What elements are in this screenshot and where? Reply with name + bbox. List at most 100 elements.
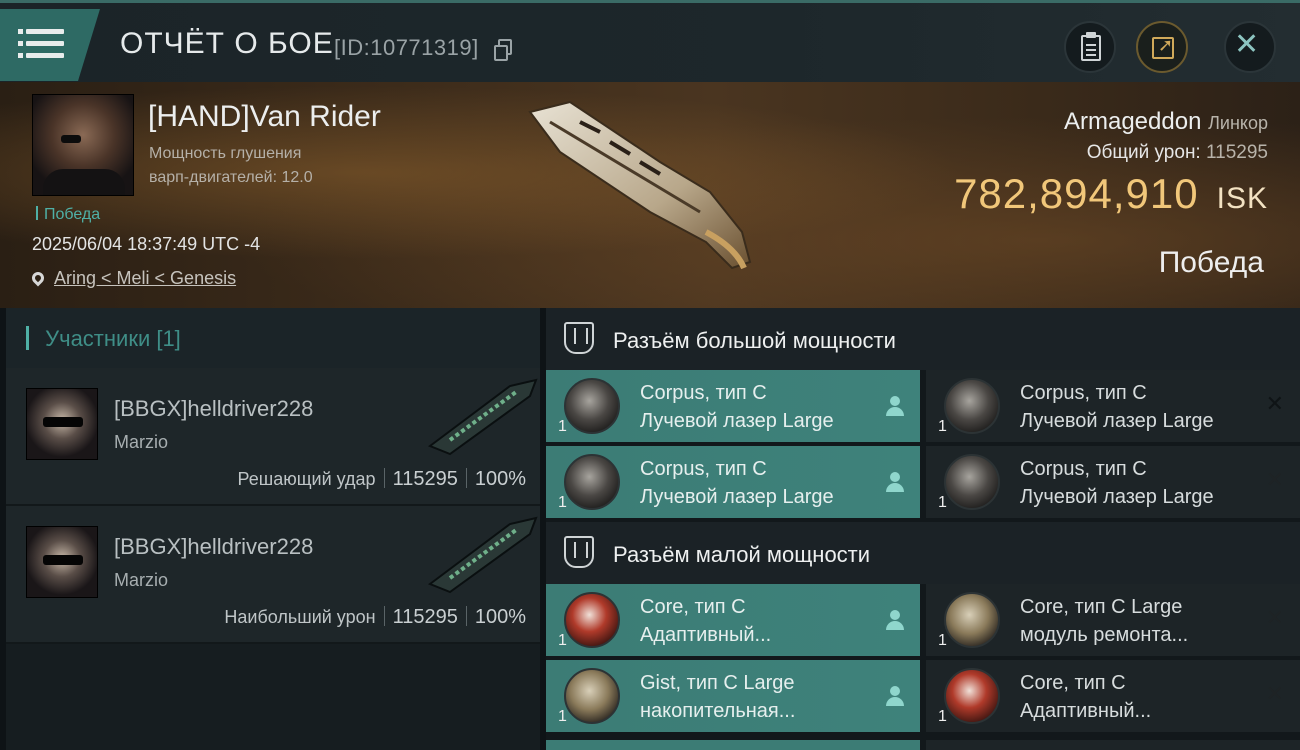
isk-amount: 782,894,910 (954, 170, 1199, 217)
copy-icon[interactable] (494, 39, 512, 61)
shield-hardener-icon (564, 592, 620, 648)
separator (465, 468, 467, 488)
warp-label-line2: варп-двигателей: 12.0 (149, 169, 313, 186)
module-type: Лучевой лазер Large (640, 486, 834, 508)
module-quantity: 1 (938, 418, 947, 435)
clipboard-icon (1081, 32, 1101, 61)
top-bar: ОТЧЁТ О БОЕ [ID:10771319] ✕ (0, 0, 1300, 82)
ship-name: Armageddon Линкор (1064, 108, 1268, 136)
victim-banner: [HAND]Van Rider Мощность глушения варп-д… (0, 82, 1300, 308)
participant-damage: 115295 (392, 468, 458, 490)
warp-label-line1: Мощность глушения (149, 145, 302, 162)
participant-corp: Marzio (114, 570, 169, 590)
laser-module-icon (564, 378, 620, 434)
total-damage-label: Общий урон: (1086, 142, 1201, 163)
isk-value: 782,894,910 ISK (954, 170, 1268, 218)
result-tag: Победа (36, 206, 100, 224)
laser-module-icon (944, 378, 1000, 434)
module-quantity: 1 (558, 632, 567, 649)
warp-disruption-label: Мощность глушения варп-двигателей: 12.0 (149, 142, 313, 190)
module-type: модуль ремонта... (1020, 624, 1189, 646)
mid-slots-title: Разъём малой мощности (613, 542, 871, 567)
participant-row[interactable]: [BBGX]helldriver228 Marzio Решающий удар… (6, 368, 540, 506)
module-type: Лучевой лазер Large (1020, 486, 1214, 508)
timestamp: 2025/06/04 18:37:49 UTC -4 (32, 234, 261, 254)
participant-percent: 100% (474, 606, 526, 628)
location-text[interactable]: Aring < Meli < Genesis (54, 268, 236, 288)
participant-ship-icon (427, 378, 538, 456)
participant-row[interactable]: [BBGX]helldriver228 Marzio Наибольший ур… (6, 506, 540, 644)
destroyed-icon: ✕ (1265, 392, 1284, 417)
victim-portrait[interactable] (32, 94, 134, 196)
capacitor-module-icon (564, 668, 620, 724)
next-module-row-partial (546, 740, 1300, 750)
fittings-panel: Разъём большой мощности 1 Corpus, тип C … (546, 308, 1300, 750)
clipboard-button[interactable] (1064, 21, 1116, 73)
module-item[interactable]: 1 Core, тип C Large модуль ремонта... ✕ (926, 584, 1300, 656)
mid-slots-header: Разъём малой мощности (546, 522, 1300, 584)
share-button[interactable] (1136, 21, 1188, 73)
portrait-detail (43, 169, 125, 195)
victim-name[interactable]: [HAND]Van Rider (148, 100, 381, 134)
participant-name: [BBGX]helldriver228 (114, 534, 314, 559)
destroyed-icon: ✕ (1265, 606, 1284, 631)
repair-module-icon (944, 592, 1000, 648)
pilot-icon (886, 610, 904, 630)
module-name: Core, тип C Large (1020, 596, 1183, 618)
high-slots-title: Разъём большой мощности (613, 328, 896, 353)
module-quantity: 1 (558, 708, 567, 725)
high-slot-icon (564, 322, 594, 354)
report-id: [ID:10771319] (334, 35, 479, 60)
module-name: Corpus, тип C (1020, 382, 1147, 404)
partial-module (546, 740, 920, 750)
participant-portrait[interactable] (26, 388, 98, 460)
module-quantity: 1 (938, 494, 947, 511)
laser-module-icon (944, 454, 1000, 510)
participant-stats: Решающий удар 115295 100% (238, 468, 526, 491)
separator (465, 606, 467, 626)
module-item[interactable]: 1 Corpus, тип C Лучевой лазер Large (546, 446, 920, 518)
participant-damage: 115295 (392, 606, 458, 628)
menu-icon-bar (18, 41, 64, 46)
module-type: Адаптивный... (1020, 700, 1152, 722)
portrait-detail (61, 135, 81, 143)
module-item[interactable]: 1 Corpus, тип C Лучевой лазер Large ✕ (926, 446, 1300, 518)
pilot-icon (886, 686, 904, 706)
module-name: Corpus, тип C (640, 458, 767, 480)
ship-image[interactable] (510, 82, 770, 302)
isk-currency: ISK (1216, 182, 1268, 215)
shield-hardener-icon (944, 668, 1000, 724)
close-button[interactable]: ✕ (1224, 21, 1276, 73)
share-icon (1152, 35, 1174, 59)
module-type: Лучевой лазер Large (1020, 410, 1214, 432)
participant-portrait[interactable] (26, 526, 98, 598)
participants-panel: Участники [1] [BBGX]helldriver228 Marzio… (6, 308, 540, 750)
module-name: Corpus, тип C (1020, 458, 1147, 480)
partial-module (926, 740, 1300, 750)
module-name: Core, тип C (1020, 672, 1126, 694)
destroyed-icon: ✕ (1265, 682, 1284, 707)
portrait-detail (43, 555, 83, 565)
module-item[interactable]: 1 Core, тип C Адаптивный... ✕ (926, 660, 1300, 732)
module-name: Core, тип C (640, 596, 746, 618)
pilot-icon (886, 472, 904, 492)
location-link[interactable]: Aring < Meli < Genesis (29, 268, 236, 289)
module-quantity: 1 (558, 418, 567, 435)
participants-header[interactable]: Участники [1] (6, 308, 540, 368)
high-slots-header: Разъём большой мощности (546, 308, 1300, 370)
module-item[interactable]: 1 Corpus, тип C Лучевой лазер Large (546, 370, 920, 442)
outcome-label: Победа (1158, 246, 1264, 279)
module-item[interactable]: 1 Gist, тип C Large накопительная... (546, 660, 920, 732)
module-item[interactable]: 1 Core, тип C Адаптивный... (546, 584, 920, 656)
participant-corp: Marzio (114, 432, 169, 452)
participant-name: [BBGX]helldriver228 (114, 396, 314, 421)
menu-icon-bar (18, 53, 64, 58)
module-name: Gist, тип C Large (640, 672, 795, 694)
participant-role: Решающий удар (237, 469, 376, 489)
pilot-icon (886, 396, 904, 416)
menu-button[interactable] (0, 9, 100, 81)
module-item[interactable]: 1 Corpus, тип C Лучевой лазер Large ✕ (926, 370, 1300, 442)
ship-name-text: Armageddon (1063, 108, 1202, 135)
mid-slot-icon (564, 536, 594, 568)
mid-slots-grid: 1 Core, тип C Адаптивный... 1 Core, тип … (546, 584, 1300, 732)
